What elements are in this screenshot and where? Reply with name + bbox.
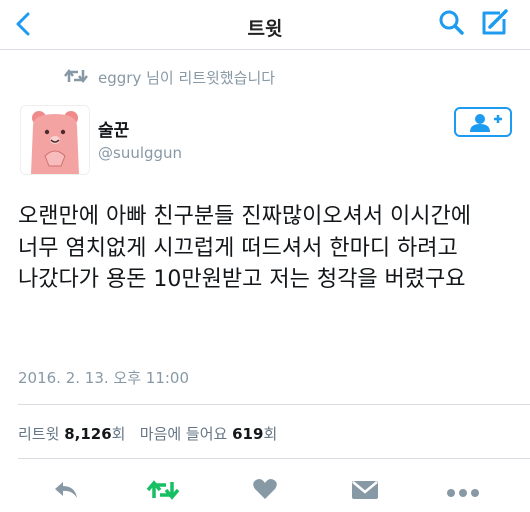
stats-divider-top — [18, 404, 530, 405]
retweet-icon — [64, 68, 88, 84]
like-unit: 회 — [263, 425, 278, 443]
reply-button[interactable] — [52, 478, 80, 502]
like-button[interactable] — [252, 477, 278, 501]
more-icon — [447, 489, 479, 497]
message-icon — [352, 481, 378, 499]
tweet-date: 2016. 2. 13. 오후 11:00 — [18, 369, 190, 387]
retweet-icon — [146, 480, 180, 500]
tweet-stats: 리트윗 8,126회 마음에 들어요 619회 — [18, 423, 277, 444]
search-icon — [439, 10, 464, 35]
retweet-notice[interactable]: eggry 님이 리트윗했습니다 — [98, 67, 275, 88]
search-button[interactable] — [436, 7, 468, 39]
retweet-button[interactable] — [146, 478, 180, 502]
retweet-unit: 회 — [111, 425, 126, 443]
bear-avatar-image — [21, 106, 89, 174]
heart-icon — [253, 479, 277, 499]
compose-button[interactable] — [478, 7, 512, 39]
tweet-text: 오랜만에 아빠 친구분들 진짜많이오셔서 이시간에 너무 염치없게 시끄럽게 떠… — [18, 204, 472, 292]
author-name[interactable]: 술꾼 — [98, 116, 129, 141]
compose-icon — [482, 9, 508, 35]
stats-divider-bottom — [18, 458, 530, 459]
retweet-count[interactable]: 8,126 — [64, 425, 111, 443]
like-count[interactable]: 619 — [232, 425, 263, 443]
message-button[interactable] — [351, 479, 379, 501]
header-divider — [0, 49, 530, 50]
retweet-stat-label[interactable]: 리트윗 — [18, 425, 59, 443]
like-stat-label[interactable]: 마음에 들어요 — [140, 425, 228, 443]
retweet-notice-icon — [64, 67, 88, 85]
author-handle[interactable]: @suulggun — [98, 144, 182, 162]
follow-button[interactable] — [454, 107, 512, 137]
reply-icon — [55, 482, 77, 498]
follow-icon — [470, 114, 502, 132]
more-button[interactable] — [446, 484, 480, 497]
avatar[interactable] — [20, 105, 90, 175]
header: 트윗 — [0, 0, 530, 48]
